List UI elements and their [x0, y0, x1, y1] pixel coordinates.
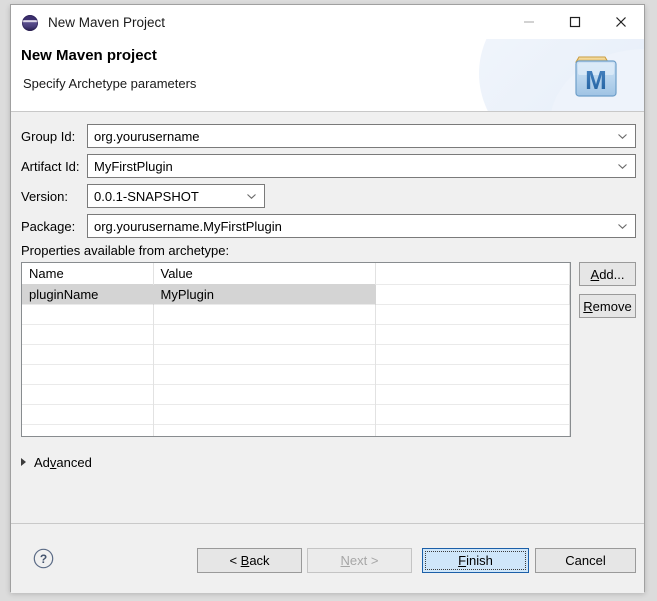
cell-value	[153, 344, 375, 364]
artifact-id-combobox[interactable]: MyFirstPlugin	[87, 154, 636, 178]
dialog-body: Group Id: org.yourusername Artifact Id: …	[11, 112, 644, 523]
remove-button-label: Remove	[583, 299, 631, 314]
cancel-button[interactable]: Cancel	[535, 548, 636, 573]
cell-blank	[375, 404, 570, 424]
back-button[interactable]: < Back	[197, 548, 302, 573]
column-header-value[interactable]: Value	[153, 263, 375, 284]
properties-table[interactable]: Name Value pluginNameMyPlugin	[21, 262, 571, 437]
cell-value	[153, 424, 375, 437]
cell-name	[22, 424, 153, 437]
cell-blank	[375, 424, 570, 437]
cancel-button-label: Cancel	[565, 553, 605, 568]
help-icon[interactable]: ?	[33, 548, 54, 569]
cell-name	[22, 344, 153, 364]
next-button-label: Next >	[341, 553, 379, 568]
title-bar: New Maven Project	[11, 5, 644, 39]
column-header-blank[interactable]	[375, 263, 570, 284]
advanced-expander[interactable]: Advanced	[21, 453, 92, 471]
close-icon[interactable]	[598, 5, 644, 39]
dialog-button-bar: ? < Back Next > Finish Cancel	[11, 523, 644, 593]
chevron-down-icon	[618, 155, 627, 177]
version-label: Version:	[21, 189, 87, 204]
cell-value: MyPlugin	[153, 284, 375, 304]
field-row-group-id: Group Id: org.yourusername	[21, 124, 636, 148]
cell-blank	[375, 364, 570, 384]
chevron-down-icon	[618, 125, 627, 147]
group-id-label: Group Id:	[21, 129, 87, 144]
minimize-icon[interactable]	[506, 5, 552, 39]
add-property-button[interactable]: Add...	[579, 262, 636, 286]
eclipse-icon	[22, 14, 39, 31]
chevron-down-icon	[247, 185, 256, 207]
finish-button-label: Finish	[458, 553, 493, 568]
maven-folder-icon: M	[570, 48, 622, 101]
table-row[interactable]	[22, 304, 570, 324]
table-row[interactable]	[22, 384, 570, 404]
window-title: New Maven Project	[48, 15, 165, 30]
chevron-down-icon	[618, 215, 627, 237]
cell-name	[22, 384, 153, 404]
version-value: 0.0.1-SNAPSHOT	[88, 189, 199, 204]
table-row[interactable]	[22, 364, 570, 384]
cell-name	[22, 324, 153, 344]
cell-blank	[375, 344, 570, 364]
table-row[interactable]	[22, 404, 570, 424]
cell-blank	[375, 284, 570, 304]
new-maven-project-dialog: New Maven Project New Maven project Spec…	[10, 4, 645, 592]
cell-name	[22, 304, 153, 324]
page-title: New Maven project	[21, 47, 157, 64]
svg-text:?: ?	[40, 552, 47, 566]
cell-value	[153, 364, 375, 384]
cell-name: pluginName	[22, 284, 153, 304]
table-row[interactable]	[22, 324, 570, 344]
back-button-label: < Back	[229, 553, 269, 568]
group-id-value: org.yourusername	[88, 129, 200, 144]
remove-property-button[interactable]: Remove	[579, 294, 636, 318]
field-row-version: Version: 0.0.1-SNAPSHOT	[21, 184, 281, 208]
chevron-right-icon	[21, 458, 26, 466]
finish-button[interactable]: Finish	[422, 548, 529, 573]
next-button: Next >	[307, 548, 412, 573]
cell-blank	[375, 304, 570, 324]
properties-label: Properties available from archetype:	[21, 243, 229, 258]
version-combobox[interactable]: 0.0.1-SNAPSHOT	[87, 184, 265, 208]
cell-name	[22, 404, 153, 424]
artifact-id-label: Artifact Id:	[21, 159, 87, 174]
add-button-label: Add...	[591, 267, 625, 282]
package-value: org.yourusername.MyFirstPlugin	[88, 219, 282, 234]
table-row[interactable]	[22, 344, 570, 364]
cell-value	[153, 324, 375, 344]
advanced-label: Advanced	[34, 455, 92, 470]
field-row-package: Package: org.yourusername.MyFirstPlugin	[21, 214, 636, 238]
cell-blank	[375, 384, 570, 404]
maximize-icon[interactable]	[552, 5, 598, 39]
group-id-combobox[interactable]: org.yourusername	[87, 124, 636, 148]
svg-text:M: M	[585, 65, 607, 95]
window-controls	[506, 5, 644, 39]
cell-blank	[375, 324, 570, 344]
table-header-row: Name Value	[22, 263, 570, 284]
field-row-artifact-id: Artifact Id: MyFirstPlugin	[21, 154, 636, 178]
wizard-banner: New Maven project Specify Archetype para…	[11, 39, 644, 112]
package-label: Package:	[21, 219, 87, 234]
table-row[interactable]	[22, 424, 570, 437]
cell-value	[153, 384, 375, 404]
column-header-name[interactable]: Name	[22, 263, 153, 284]
artifact-id-value: MyFirstPlugin	[88, 159, 173, 174]
cell-value	[153, 304, 375, 324]
cell-value	[153, 404, 375, 424]
package-combobox[interactable]: org.yourusername.MyFirstPlugin	[87, 214, 636, 238]
page-subtitle: Specify Archetype parameters	[23, 76, 196, 91]
screen: New Maven Project New Maven project Spec…	[0, 0, 657, 601]
cell-name	[22, 364, 153, 384]
table-row[interactable]: pluginNameMyPlugin	[22, 284, 570, 304]
